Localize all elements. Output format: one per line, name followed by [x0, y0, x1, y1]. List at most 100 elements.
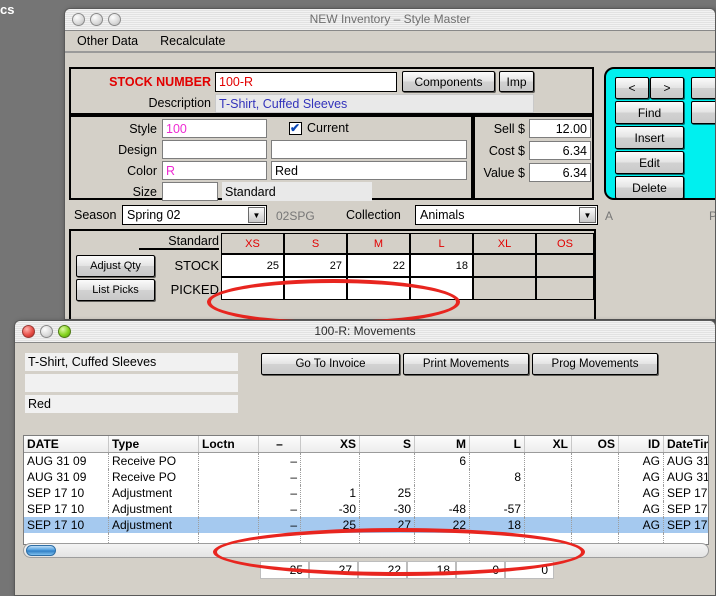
totals-row: 25 27 22 18 0 0: [15, 561, 715, 583]
col-os[interactable]: OS: [572, 436, 619, 452]
movements-titlebar[interactable]: 100-R: Movements: [15, 321, 715, 343]
adjust-qty-button[interactable]: Adjust Qty: [76, 255, 155, 277]
chevron-down-icon-2[interactable]: ▼: [579, 207, 596, 223]
imp-button[interactable]: Imp: [499, 71, 534, 92]
total-xl: 0: [456, 561, 505, 579]
description-label: Description: [148, 96, 211, 110]
picked-s-value[interactable]: [284, 277, 347, 300]
col-s[interactable]: S: [360, 436, 415, 452]
cell-datetime: SEP 17 2010 12:13:26: [667, 486, 708, 500]
col-type[interactable]: Type: [109, 436, 199, 452]
total-m: 22: [358, 561, 407, 579]
delete-button[interactable]: Delete: [615, 176, 684, 199]
style-master-titlebar[interactable]: NEW Inventory – Style Master: [65, 9, 715, 31]
cell-l: 8: [470, 469, 525, 485]
description-field[interactable]: T-Shirt, Cuffed Sleeves: [215, 94, 534, 113]
stock-xl-value[interactable]: [473, 254, 536, 277]
picked-m-value[interactable]: [347, 277, 410, 300]
prev-record-button[interactable]: <: [615, 77, 649, 99]
style-master-window[interactable]: NEW Inventory – Style Master Other Data …: [64, 8, 716, 320]
col-l[interactable]: L: [470, 436, 525, 452]
list-picks-button[interactable]: List Picks: [76, 279, 155, 301]
col-id[interactable]: ID: [619, 436, 664, 452]
table-row-selected[interactable]: SEP 17 10 Adjustment – 25 27 22 18 AG SE…: [24, 517, 708, 533]
col-m[interactable]: M: [415, 436, 470, 452]
cell-dash: –: [259, 501, 301, 517]
stock-col-xl: XL: [473, 233, 536, 254]
find-button[interactable]: Find: [615, 101, 684, 124]
total-os: 0: [505, 561, 554, 579]
edit-button[interactable]: Edit: [615, 151, 684, 174]
picked-row-label: PICKED: [170, 282, 219, 297]
cell-os: [572, 453, 619, 469]
cell-l: -57: [470, 501, 525, 517]
check-icon[interactable]: [289, 121, 302, 135]
style-field[interactable]: 100: [162, 119, 267, 138]
value-field[interactable]: 6.34: [529, 163, 591, 182]
cell-m: [415, 485, 470, 501]
cell-xs: [301, 469, 360, 485]
stock-col-m: M: [347, 233, 410, 254]
stock-l-value[interactable]: 18: [410, 254, 473, 277]
sell-field[interactable]: 12.00: [529, 119, 591, 138]
navigation-panel: < > Find Insert Edit Delete Lis Qt: [604, 67, 715, 200]
stock-col-os: OS: [536, 233, 594, 254]
cell-os: [572, 517, 619, 533]
picked-os-value[interactable]: [536, 277, 594, 300]
current-checkbox-wrap[interactable]: Current: [289, 121, 349, 135]
movements-window[interactable]: 100-R: Movements T-Shirt, Cuffed Sleeves…: [14, 320, 716, 596]
col-xl[interactable]: XL: [525, 436, 572, 452]
design-name-field[interactable]: [271, 140, 467, 159]
table-row[interactable]: AUG 31 09 Receive PO – 6 AG AUG 31 2009 …: [24, 453, 708, 469]
design-code-field[interactable]: [162, 140, 267, 159]
cell-xl: [525, 469, 572, 485]
menu-other-data[interactable]: Other Data: [77, 34, 138, 48]
cell-type: Receive PO: [109, 469, 199, 485]
picked-xl-value[interactable]: [473, 277, 536, 300]
stock-s-value[interactable]: 27: [284, 254, 347, 277]
stock-quantity-grid: Standard Adjust Qty List Picks STOCK PIC…: [69, 229, 596, 319]
table-row[interactable]: AUG 31 09 Receive PO – 8 AG AUG 31 2009 …: [24, 469, 708, 485]
horizontal-scrollbar[interactable]: [23, 543, 709, 558]
components-button[interactable]: Components: [402, 71, 495, 92]
picked-l-value[interactable]: [410, 277, 473, 300]
collection-combo[interactable]: Animals ▼: [415, 205, 598, 225]
col-date[interactable]: DATE: [24, 436, 109, 452]
season-combo[interactable]: Spring 02 ▼: [122, 205, 267, 225]
table-row[interactable]: SEP 17 10 Adjustment – -30 -30 -48 -57 A…: [24, 501, 708, 517]
col-xs[interactable]: XS: [301, 436, 360, 452]
col-dash[interactable]: –: [259, 436, 301, 452]
stock-xs-value[interactable]: 25: [221, 254, 284, 277]
scrollbar-thumb[interactable]: [26, 545, 56, 556]
stock-col-l: L: [410, 233, 473, 254]
stock-os-value[interactable]: [536, 254, 594, 277]
col-datetime[interactable]: DateTime: [664, 436, 708, 452]
qty-button[interactable]: Qt: [691, 101, 715, 124]
print-movements-button[interactable]: Print Movements: [403, 353, 529, 375]
cell-s: 27: [360, 517, 415, 533]
picked-xs-value[interactable]: [221, 277, 284, 300]
movements-table[interactable]: DATE Type Loctn – XS S M L XL OS ID Date…: [23, 435, 709, 545]
stock-col-xs: XS: [221, 233, 284, 254]
prog-movements-button[interactable]: Prog Movements: [532, 353, 658, 375]
insert-button[interactable]: Insert: [615, 126, 684, 149]
next-record-button[interactable]: >: [650, 77, 684, 99]
go-to-invoice-button[interactable]: Go To Invoice: [261, 353, 400, 375]
cost-field[interactable]: 6.34: [529, 141, 591, 160]
cell-date: SEP 17 10: [24, 501, 109, 517]
menu-recalculate[interactable]: Recalculate: [160, 34, 225, 48]
chevron-down-icon[interactable]: ▼: [248, 207, 265, 223]
cell-loctn: [199, 517, 259, 533]
col-loctn[interactable]: Loctn: [199, 436, 259, 452]
list-button[interactable]: Lis: [691, 77, 715, 99]
cell-os: [572, 469, 619, 485]
size-code-field[interactable]: [162, 182, 218, 201]
stock-m-value[interactable]: 22: [347, 254, 410, 277]
stock-number-field[interactable]: 100-R: [215, 72, 397, 92]
style-master-menubar[interactable]: Other Data Recalculate: [65, 31, 715, 53]
color-code-field[interactable]: R: [162, 161, 267, 180]
table-row[interactable]: SEP 17 10 Adjustment – 1 25 AG SEP 17 20…: [24, 485, 708, 501]
cell-s: [360, 469, 415, 485]
cell-id: AG: [619, 453, 664, 469]
color-name-field[interactable]: Red: [271, 161, 467, 180]
